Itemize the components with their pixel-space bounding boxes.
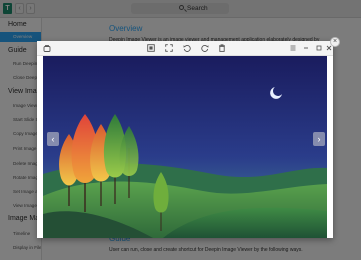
wallpaper-image: ‹ › [43, 56, 327, 238]
menu-icon[interactable] [289, 44, 297, 52]
fit-image-icon[interactable] [147, 44, 155, 52]
next-image-button[interactable]: › [313, 132, 325, 146]
viewer-toolbar [37, 41, 333, 56]
popup-close-button[interactable]: × [330, 37, 340, 47]
collection-icon[interactable] [43, 44, 51, 52]
minimize-icon[interactable] [302, 44, 310, 52]
rotate-left-icon[interactable] [183, 44, 191, 52]
maximize-icon[interactable] [315, 44, 323, 52]
fit-window-icon[interactable] [165, 44, 173, 52]
delete-icon[interactable] [218, 44, 226, 52]
wallpaper-illustration [43, 56, 327, 238]
rotate-right-icon[interactable] [201, 44, 209, 52]
image-viewer-popup: ‹ › [37, 41, 333, 238]
previous-image-button[interactable]: ‹ [47, 132, 59, 146]
